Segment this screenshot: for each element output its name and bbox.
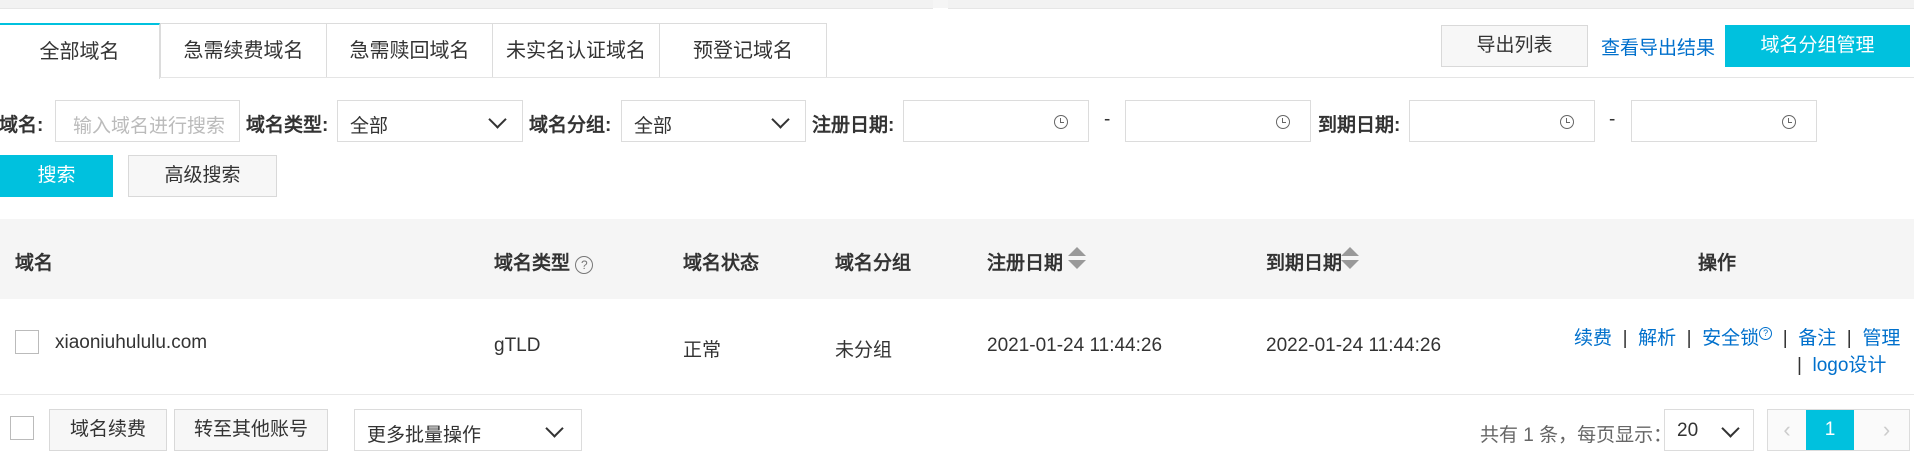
chevron-down-icon — [771, 110, 790, 129]
row-divider — [0, 394, 1914, 395]
row-status: 正常 — [683, 340, 722, 361]
table-header — [0, 219, 1914, 299]
reg-date-range-separator: - — [1104, 109, 1111, 130]
exp-date-start-input[interactable] — [1409, 100, 1595, 142]
op-manage-link[interactable]: 管理 — [1862, 328, 1900, 349]
col-header-status: 域名状态 — [683, 253, 760, 274]
sort-exp-date-icon[interactable] — [1341, 247, 1359, 271]
clock-icon — [1054, 115, 1068, 129]
reg-date-label: 注册日期: — [812, 115, 895, 136]
col-header-exp-date[interactable]: 到期日期 — [1266, 248, 1342, 275]
batch-ops-value: 更多批量操作 — [367, 425, 482, 446]
export-list-button[interactable]: 导出列表 — [1441, 25, 1588, 67]
domain-type-value: 全部 — [350, 116, 389, 137]
type-filter-label: 域名类型: — [246, 115, 329, 136]
clock-icon — [1782, 115, 1796, 129]
clock-icon — [1560, 115, 1574, 129]
advanced-search-button[interactable]: 高级搜索 — [128, 155, 277, 197]
page-size-value: 20 — [1677, 420, 1699, 441]
tab-preregistered[interactable]: 预登记域名 — [659, 23, 827, 77]
sort-reg-date-icon[interactable] — [1068, 247, 1086, 271]
clock-icon — [1276, 115, 1290, 129]
current-page-button[interactable]: 1 — [1806, 410, 1854, 450]
search-button[interactable]: 搜索 — [0, 155, 113, 197]
transfer-account-button[interactable]: 转至其他账号 — [174, 409, 328, 451]
domain-group-select[interactable]: 全部 — [621, 100, 806, 142]
page-size-select[interactable]: 20 — [1664, 409, 1754, 451]
row-ops-line2: | logo设计 — [1797, 350, 1886, 377]
exp-date-end-input[interactable] — [1631, 100, 1817, 142]
col-header-reg-date[interactable]: 注册日期 — [987, 248, 1063, 275]
domain-group-value: 全部 — [634, 116, 673, 137]
reg-date-start-input[interactable] — [903, 100, 1089, 142]
op-separator: | — [1777, 328, 1793, 349]
row-domain-link[interactable]: xiaoniuhululu.com — [55, 332, 207, 354]
pagination: ‹ 1 › — [1767, 409, 1910, 451]
op-separator: | — [1797, 355, 1808, 376]
domain-search-input[interactable]: 输入域名进行搜索 — [55, 100, 240, 142]
tab-unverified[interactable]: 未实名认证域名 — [492, 23, 660, 77]
chevron-down-icon — [488, 110, 507, 129]
tab-redeem-urgent[interactable]: 急需赎回域名 — [326, 23, 493, 77]
help-icon[interactable]: ? — [575, 256, 594, 274]
sort-down-icon — [1341, 260, 1359, 269]
row-type: gTLD — [494, 335, 541, 356]
group-filter-label: 域名分组: — [529, 115, 612, 136]
op-remark-link[interactable]: 备注 — [1798, 328, 1836, 349]
bulk-renew-button[interactable]: 域名续费 — [49, 409, 167, 451]
domain-type-select[interactable]: 全部 — [337, 100, 523, 142]
op-security-lock-link[interactable]: 安全锁 — [1702, 328, 1759, 349]
row-checkbox[interactable] — [15, 330, 39, 354]
op-separator: | — [1617, 328, 1633, 349]
col-header-type-wrap: 域名类型 ? — [494, 248, 594, 275]
op-renew-link[interactable]: 续费 — [1574, 328, 1612, 349]
domain-group-manage-button[interactable]: 域名分组管理 — [1725, 25, 1910, 67]
reg-date-end-input[interactable] — [1125, 100, 1311, 142]
col-header-group: 域名分组 — [835, 253, 912, 274]
row-ops-line1: 续费 | 解析 | 安全锁? | 备注 | 管理 — [1574, 323, 1900, 350]
tab-all-domains[interactable]: 全部域名 — [0, 23, 160, 79]
tab-renew-urgent[interactable]: 急需续费域名 — [160, 23, 327, 77]
row-reg-date: 2021-01-24 11:44:26 — [987, 335, 1163, 356]
help-icon[interactable]: ? — [1759, 327, 1773, 340]
op-logo-design-link[interactable]: logo设计 — [1813, 355, 1887, 376]
sort-up-icon — [1341, 247, 1359, 256]
table-row: xiaoniuhululu.com gTLD 正常 未分组 2021-01-24… — [0, 299, 1914, 394]
op-separator: | — [1841, 328, 1858, 349]
next-page-button[interactable]: › — [1864, 410, 1909, 450]
row-group: 未分组 — [835, 340, 893, 361]
top-panel-right — [948, 0, 1914, 9]
op-separator: | — [1681, 328, 1697, 349]
sort-down-icon — [1068, 260, 1086, 269]
top-panel-left — [0, 0, 933, 9]
pagination-total: 共有 1 条，每页显示： — [1480, 425, 1673, 446]
chevron-down-icon — [545, 419, 564, 438]
col-header-domain: 域名 — [15, 253, 54, 274]
col-header-ops: 操作 — [1698, 253, 1737, 274]
batch-ops-select[interactable]: 更多批量操作 — [354, 409, 582, 451]
chevron-down-icon — [1721, 419, 1740, 438]
view-export-link[interactable]: 查看导出结果 — [1601, 33, 1715, 60]
domain-search-placeholder: 输入域名进行搜索 — [73, 116, 226, 137]
sort-up-icon — [1068, 247, 1086, 256]
exp-date-label: 到期日期: — [1318, 115, 1401, 136]
exp-date-range-separator: - — [1609, 109, 1616, 130]
domain-filter-label: 域名: — [0, 115, 44, 136]
col-header-type: 域名类型 — [494, 253, 571, 274]
prev-page-button[interactable]: ‹ — [1768, 410, 1806, 450]
op-dns-link[interactable]: 解析 — [1638, 328, 1676, 349]
top-panel-strip — [0, 0, 1914, 9]
select-all-checkbox[interactable] — [10, 416, 34, 440]
row-exp-date: 2022-01-24 11:44:26 — [1266, 335, 1442, 356]
